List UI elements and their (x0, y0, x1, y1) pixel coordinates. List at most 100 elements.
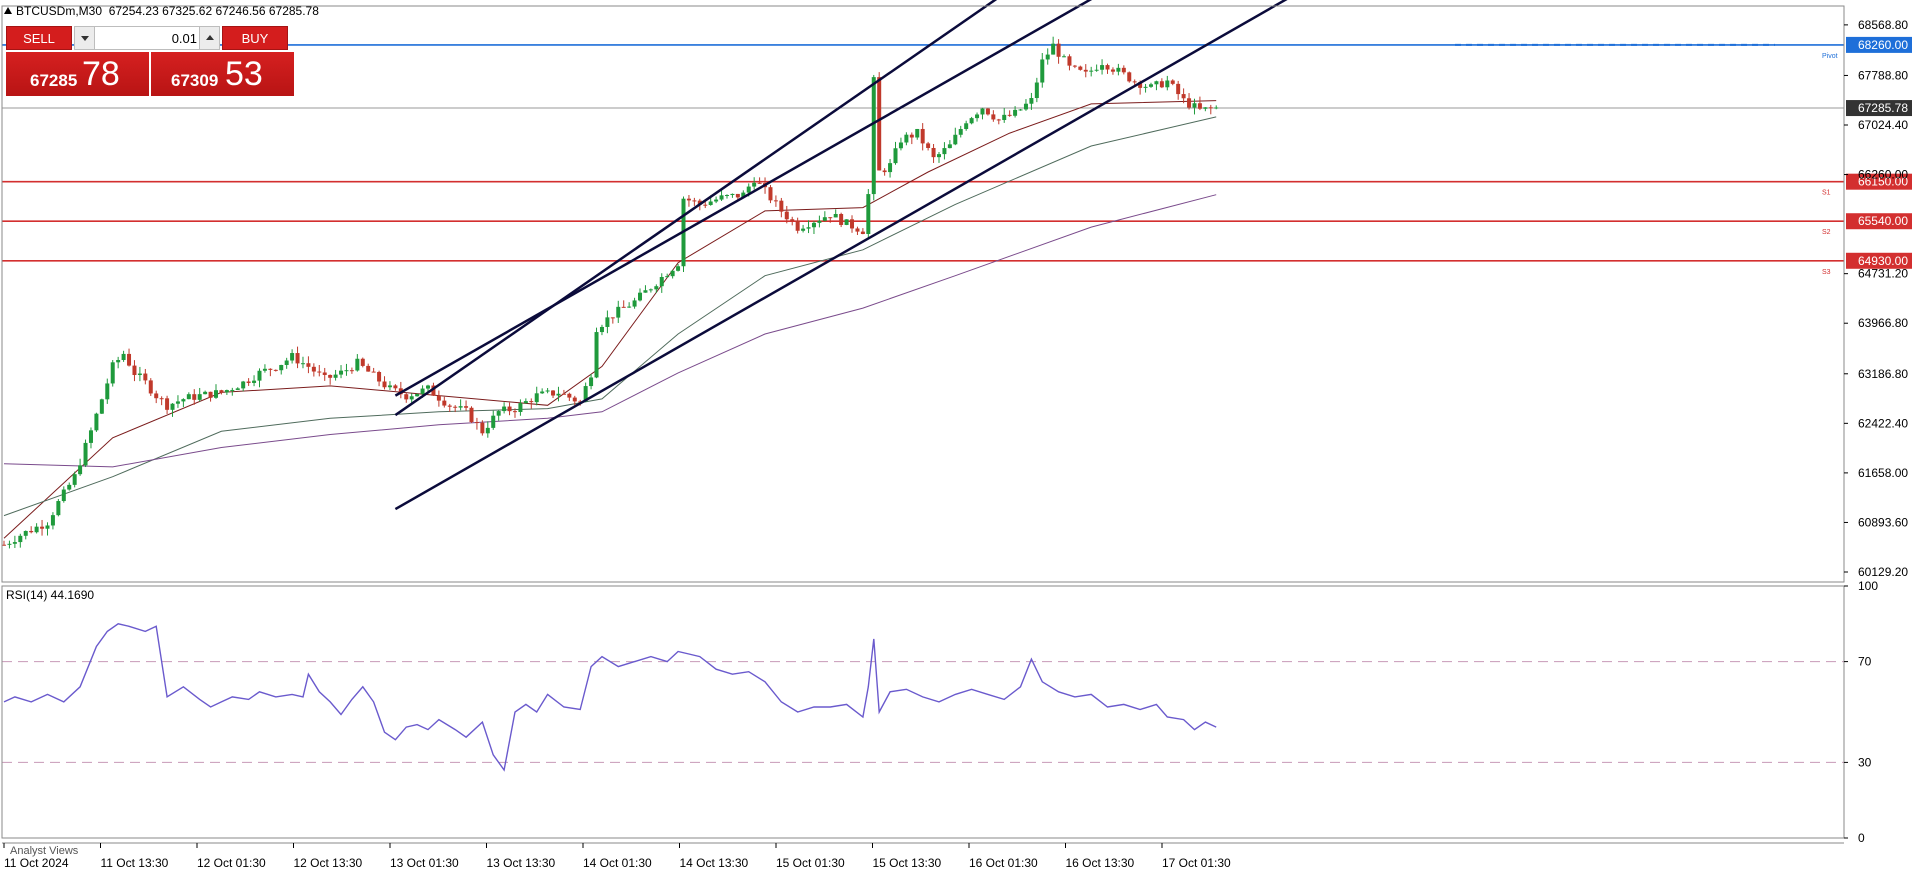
candle-body (12, 542, 17, 544)
candle-body (1018, 109, 1023, 111)
candle-body (94, 413, 99, 431)
chart-svg: PivotS1S2S3 68260.0066150.0065540.006493… (0, 0, 1916, 874)
one-click-trading-panel: SELL BUY 67285 78 67309 53 (6, 26, 294, 97)
candle-body (822, 217, 827, 221)
candle-body (980, 108, 985, 115)
candle-body (1187, 98, 1192, 108)
lot-size-input[interactable] (97, 29, 197, 47)
price-tick-label: 67024.40 (1858, 118, 1908, 132)
candle-body (61, 489, 66, 502)
level-tag-s1: S1 (1822, 190, 1831, 197)
candle-body (214, 390, 219, 398)
candle-body (643, 290, 648, 293)
candle-body (703, 204, 708, 206)
candle (83, 439, 88, 468)
candle-body (40, 526, 45, 529)
candle-body (78, 465, 83, 475)
analyst-views-tab[interactable]: Analyst Views (10, 845, 78, 857)
collapse-triangle-icon[interactable] (4, 7, 12, 14)
candle-body (18, 535, 23, 543)
buy-price-button[interactable]: 67309 53 (151, 52, 294, 96)
candle-body (23, 530, 28, 536)
candle-body (279, 364, 284, 371)
rsi-tick-label: 70 (1858, 655, 1872, 669)
candle-body (148, 380, 153, 394)
candle-body (349, 370, 354, 372)
candle-body (648, 289, 653, 291)
candle-body (806, 227, 811, 229)
candle-body (105, 383, 110, 400)
level-tag-s3: S3 (1822, 269, 1831, 276)
candle-body (1078, 66, 1083, 70)
candle-body (670, 270, 675, 277)
candle-body (426, 385, 431, 389)
candle-body (1176, 83, 1181, 95)
candle-body (268, 368, 273, 370)
candle-body (1143, 86, 1148, 88)
candle-body (795, 220, 800, 231)
candle-body (871, 77, 876, 195)
candle-body (953, 134, 958, 145)
candle-body (817, 220, 822, 223)
candle-body (1132, 81, 1137, 83)
time-tick-label: 13 Oct 13:30 (487, 856, 556, 870)
candle-body (322, 372, 327, 375)
candle (844, 219, 849, 226)
rsi-indicator-label: RSI(14) 44.1690 (6, 588, 95, 602)
candle-body (409, 396, 414, 400)
candle-body (252, 380, 257, 383)
lot-decrease-button[interactable] (75, 27, 95, 49)
candle-body (724, 195, 729, 197)
candle-body (975, 114, 980, 119)
candle-body (996, 119, 1001, 121)
candle-body (56, 501, 61, 516)
candle-body (627, 306, 632, 308)
candle-body (551, 390, 556, 396)
candle-body (208, 391, 213, 398)
sell-price-button[interactable]: 67285 78 (6, 52, 149, 96)
lot-increase-button[interactable] (199, 27, 219, 49)
candle-body (730, 193, 735, 196)
level-badge-text-s2: 65540.00 (1858, 214, 1908, 228)
time-tick-label: 17 Oct 01:30 (1162, 856, 1231, 870)
candle-body (67, 484, 72, 490)
candle-body (833, 213, 838, 218)
candle-body (567, 393, 572, 398)
candle (110, 359, 115, 387)
candle-body (137, 373, 142, 376)
candle-body (219, 390, 224, 393)
candle-body (898, 142, 903, 149)
candle-body (958, 129, 963, 135)
candle-body (1089, 70, 1094, 72)
time-tick-label: 12 Oct 01:30 (197, 856, 266, 870)
time-tick-label: 11 Oct 13:30 (101, 856, 169, 870)
candle-body (485, 427, 490, 434)
candle-body (589, 377, 594, 387)
candle-body (154, 393, 159, 399)
candle-body (436, 395, 441, 401)
candle-body (561, 393, 566, 395)
candle-body (393, 385, 398, 389)
candle-body (839, 213, 844, 225)
candle-body (458, 406, 463, 408)
candle-body (366, 365, 371, 372)
candle-body (224, 390, 229, 393)
candle-body (904, 134, 909, 143)
chevron-down-icon (81, 36, 89, 41)
candle (360, 357, 365, 368)
lot-size-stepper[interactable] (74, 26, 220, 50)
candle-body (45, 525, 50, 529)
candle-body (947, 144, 952, 149)
candle-body (83, 442, 88, 466)
candle-body (387, 385, 392, 388)
candle-body (1007, 114, 1012, 116)
candle-body (920, 128, 925, 144)
candle-body (909, 134, 914, 138)
candle-body (594, 332, 599, 378)
buy-button[interactable]: BUY (222, 26, 288, 50)
candle-body (420, 388, 425, 394)
price-tick-label: 63186.80 (1858, 367, 1908, 381)
sell-button[interactable]: SELL (6, 26, 72, 50)
candle-body (616, 306, 621, 318)
candle-body (127, 353, 132, 366)
